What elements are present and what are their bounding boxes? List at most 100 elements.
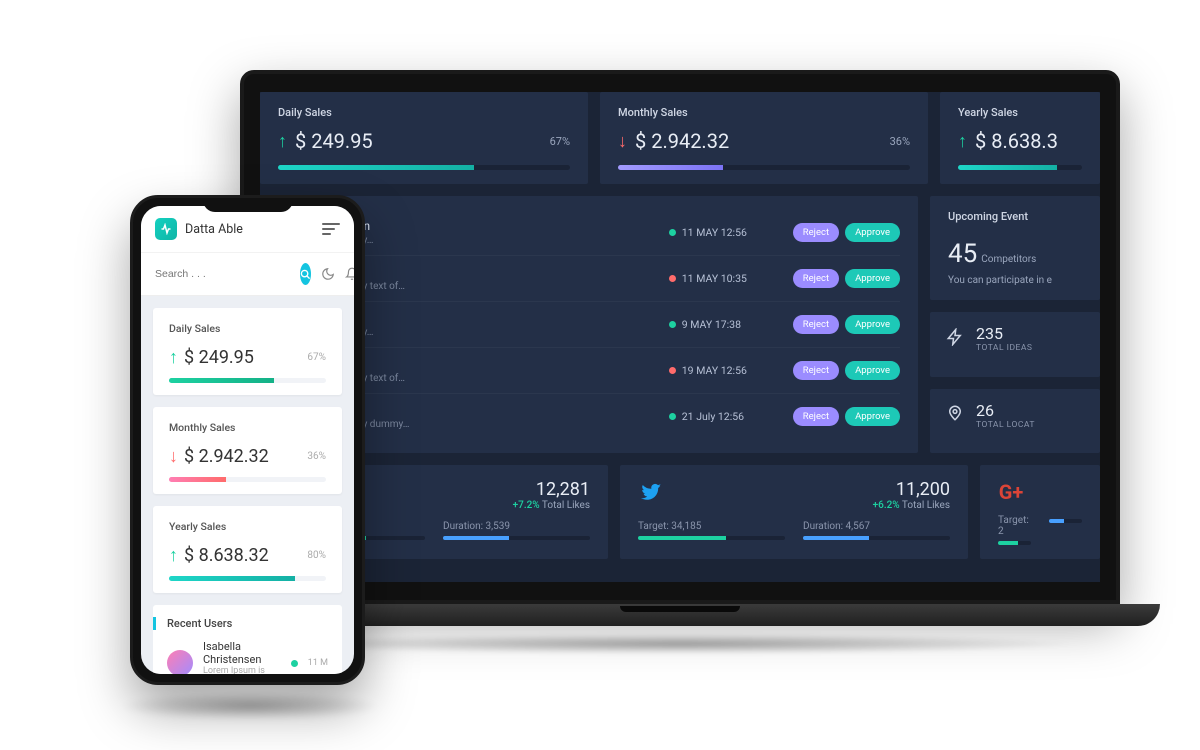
upcoming-event-card: Upcoming Event 45 Competitors You can pa…	[930, 196, 1100, 300]
laptop-mockup: Daily Sales ↑ $ 249.95 67% Monthly Sales…	[240, 70, 1120, 654]
menu-icon[interactable]	[322, 223, 340, 235]
twitter-icon	[638, 479, 664, 505]
arrow-up-icon: ↑	[169, 347, 178, 368]
laptop-shadow	[280, 634, 1080, 654]
phone-shadow	[120, 692, 380, 720]
avatar	[167, 650, 193, 674]
stat-label: TOTAL LOCAT	[976, 420, 1035, 430]
duration-label: Duration: 3,539	[443, 521, 590, 532]
user-date: 11 MAY 10:35	[669, 272, 779, 285]
kpi-label: Daily Sales	[169, 322, 326, 335]
user-row: Jorgensen rem Ipsum is simply text of… 1…	[278, 348, 900, 394]
kpi-amount: ↑ $ 249.95	[169, 347, 254, 368]
kpi-card: Yearly Sales ↑ $ 8.638.32 80%	[153, 506, 342, 593]
arrow-down-icon: ↓	[169, 446, 178, 467]
user-date: 21 July 12:56	[669, 410, 779, 423]
recent-users-title: Recent Users	[153, 617, 328, 630]
user-sub: Lorem Ipsum is simply…	[203, 666, 281, 674]
total-ideas-card: 235 TOTAL IDEAS	[930, 312, 1100, 377]
user-date: 11 MAY 12:56	[669, 226, 779, 239]
gplus-icon: G+	[998, 479, 1024, 505]
progress-bar	[169, 477, 326, 482]
progress-bar	[1049, 519, 1082, 523]
app-title: Datta Able	[185, 222, 314, 237]
user-row: ert Andersen rem Ipsum is simply dummy… …	[278, 394, 900, 439]
kpi-pct: 67%	[307, 352, 326, 363]
kpi-card: Yearly Sales ↑ $ 8.638.3	[940, 92, 1100, 184]
approve-button[interactable]: Approve	[845, 407, 900, 426]
approve-button[interactable]: Approve	[845, 361, 900, 380]
moon-icon[interactable]	[321, 265, 335, 283]
status-dot-icon	[669, 413, 676, 420]
kpi-label: Yearly Sales	[169, 520, 326, 533]
progress-bar	[443, 536, 590, 540]
social-sub: +7.2% Total Likes	[513, 500, 590, 511]
status-dot-icon	[669, 367, 676, 374]
phone-mockup: Datta Able Daily	[130, 195, 365, 685]
status-dot-icon	[669, 229, 676, 236]
event-count: 45	[948, 239, 977, 269]
approve-button[interactable]: Approve	[845, 315, 900, 334]
kpi-amount: ↑ $ 8.638.32	[169, 545, 269, 566]
target-label: Target: 34,185	[638, 521, 785, 532]
event-count-label: Competitors	[981, 254, 1036, 265]
arrow-up-icon: ↑	[958, 131, 967, 152]
kpi-amount: ↑ $ 8.638.3	[958, 129, 1058, 153]
kpi-label: Monthly Sales	[618, 106, 910, 119]
laptop-screen: Daily Sales ↑ $ 249.95 67% Monthly Sales…	[260, 92, 1100, 582]
arrow-up-icon: ↑	[169, 545, 178, 566]
kpi-amount: ↓ $ 2.942.32	[618, 129, 729, 153]
progress-bar	[638, 536, 785, 540]
reject-button[interactable]: Reject	[793, 361, 839, 380]
kpi-card: Monthly Sales ↓ $ 2.942.32 36%	[153, 407, 342, 494]
social-card: G+ Target: 2	[980, 465, 1100, 559]
reject-button[interactable]: Reject	[793, 315, 839, 334]
kpi-pct: 80%	[307, 550, 326, 561]
status-dot-icon	[669, 275, 676, 282]
user-date: 11 M	[291, 658, 328, 668]
search-button[interactable]	[300, 263, 311, 285]
status-dot-icon	[291, 660, 298, 667]
reject-button[interactable]: Reject	[793, 407, 839, 426]
user-row: Isabella Christensen Lorem Ipsum is simp…	[167, 640, 328, 674]
approve-button[interactable]: Approve	[845, 269, 900, 288]
pin-icon	[946, 404, 964, 426]
app-logo	[155, 218, 177, 240]
progress-bar	[958, 165, 1082, 170]
target-label: Target: 2	[998, 515, 1031, 537]
stat-label: TOTAL IDEAS	[976, 343, 1032, 353]
progress-bar	[169, 576, 326, 581]
search-input[interactable]	[155, 268, 290, 280]
bolt-icon	[946, 328, 964, 350]
kpi-pct: 36%	[307, 451, 326, 462]
duration-label: Duration: 4,567	[803, 521, 950, 532]
kpi-card: Daily Sales ↑ $ 249.95 67%	[260, 92, 588, 184]
kpi-card: Monthly Sales ↓ $ 2.942.32 36%	[600, 92, 928, 184]
progress-bar	[278, 165, 570, 170]
status-dot-icon	[669, 321, 676, 328]
total-locations-card: 26 TOTAL LOCAT	[930, 389, 1100, 454]
user-name: Isabella Christensen	[203, 640, 281, 666]
stat-value: 26	[976, 401, 1035, 420]
user-row: a Sorensen rem Ipsum is simply… 9 MAY 17…	[278, 302, 900, 348]
laptop-frame: Daily Sales ↑ $ 249.95 67% Monthly Sales…	[240, 70, 1120, 604]
reject-button[interactable]: Reject	[793, 269, 839, 288]
user-date: 19 MAY 12:56	[669, 364, 779, 377]
event-desc: You can participate in e	[948, 275, 1082, 286]
progress-bar	[618, 165, 910, 170]
kpi-label: Yearly Sales	[958, 106, 1082, 119]
reject-button[interactable]: Reject	[793, 223, 839, 242]
arrow-down-icon: ↓	[618, 131, 627, 152]
progress-bar	[169, 378, 326, 383]
approve-button[interactable]: Approve	[845, 223, 900, 242]
social-count: 12,281	[513, 479, 590, 500]
kpi-label: Daily Sales	[278, 106, 570, 119]
upcoming-event-title: Upcoming Event	[948, 210, 1082, 223]
bell-icon[interactable]	[345, 265, 354, 283]
kpi-label: Monthly Sales	[169, 421, 326, 434]
recent-users-section: Recent Users Isabella Christensen Lorem …	[153, 605, 342, 674]
progress-bar	[803, 536, 950, 540]
social-card: 11,200 +6.2% Total Likes Target: 34,185 …	[620, 465, 968, 559]
kpi-amount: ↓ $ 2.942.32	[169, 446, 269, 467]
phone-screen: Datta Able Daily	[141, 206, 354, 674]
